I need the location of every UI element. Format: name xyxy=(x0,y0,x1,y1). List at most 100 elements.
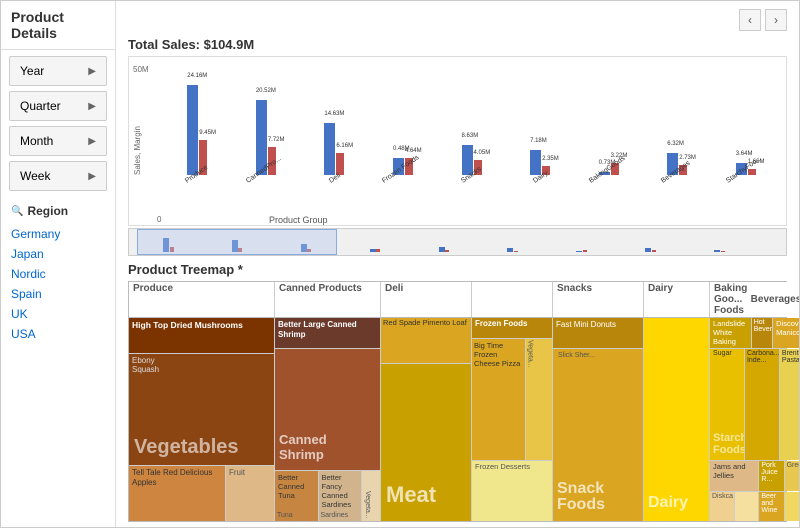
tm-cell-starchy-right[interactable]: Brentfield Pasta xyxy=(780,349,799,460)
tm-label-baking-top: Landslide White Baking Goods xyxy=(710,318,751,348)
tm-cell-hot-bev[interactable]: Hot Bever... xyxy=(752,318,772,348)
tm-cell-desserts[interactable]: Frozen Desserts xyxy=(472,461,552,521)
year-arrow: ▶ xyxy=(88,66,96,77)
tm-cell-meat[interactable]: Meat xyxy=(381,364,471,521)
tm-label-pizza: Big Time Frozen Cheese Pizza xyxy=(472,339,525,370)
tm-cell-fruit[interactable]: Fruit xyxy=(226,466,274,521)
region-nordic[interactable]: Nordic xyxy=(11,264,105,284)
tm-label-ebony: EbonySquash xyxy=(129,354,274,376)
tm-label-hot-bev: Hot Bever... xyxy=(752,318,772,334)
week-label: Week xyxy=(20,169,50,183)
produce-column: High Top Dried Mushrooms EbonySquash Veg… xyxy=(129,318,274,521)
tm-cell-pork-juice[interactable]: Pork Juice R... xyxy=(759,461,783,491)
page-title: Product Details xyxy=(1,1,115,50)
frozen-column: Frozen Foods Big Time Frozen Cheese Pizz… xyxy=(472,318,552,521)
treemap-title: Product Treemap * xyxy=(128,262,787,277)
tm-label-sugar: Sugar xyxy=(710,349,744,358)
tm-cell-canned-tuna[interactable]: Better Canned Tuna Tuna xyxy=(275,471,318,521)
tm-cell-shrimp-top[interactable]: Better Large Canned Shrimp xyxy=(275,318,380,348)
chart-title: Total Sales: $104.9M xyxy=(128,37,787,52)
year-label: Year xyxy=(20,64,44,78)
tm-cell-sugar[interactable]: Sugar Starchy Foods xyxy=(710,349,744,460)
tm-cell-donuts[interactable]: Fast Mini Donuts xyxy=(553,318,643,348)
tm-cell-starchy-extra[interactable] xyxy=(785,492,799,522)
bar-group-canned: 20.52M 7.72M CannedPro... xyxy=(232,100,301,186)
bar-chart[interactable]: 50M Sales, Margin 24.16M xyxy=(128,56,787,226)
week-filter[interactable]: Week ▶ xyxy=(9,161,107,191)
tm-cell-baking-extra[interactable] xyxy=(735,492,759,522)
region-uk[interactable]: UK xyxy=(11,304,105,324)
baking-bottom: Jams and Jellies Diskca xyxy=(710,461,758,521)
bar-chart-section: Total Sales: $104.9M 50M Sales, Margin 2… xyxy=(128,37,787,256)
tm-label-shrimp-top: Better Large Canned Shrimp xyxy=(275,318,380,341)
baking-bottom-row: Diskca xyxy=(710,492,758,522)
tm-cell-dairy[interactable]: Dairy xyxy=(644,318,709,521)
tm-cell-manicotti[interactable]: Discover Manicotti xyxy=(773,318,799,348)
right-bottom: Jams and Jellies Diskca xyxy=(710,461,799,521)
tm-cell-vegeta-frozen[interactable]: Vegeta... xyxy=(526,339,552,460)
bar-group-snacks: 8.63M 4.05M Snacks xyxy=(437,145,506,186)
bar-group-produce: 24.16M 9.45M Produce xyxy=(163,85,232,186)
col-header-dairy: Dairy xyxy=(644,282,709,317)
month-filter[interactable]: Month ▶ xyxy=(9,126,107,156)
tm-cell-frozen-header[interactable]: Frozen Foods xyxy=(472,318,552,338)
bar-blue-dairy xyxy=(530,150,541,175)
nav-next-button[interactable]: › xyxy=(765,9,787,31)
header-row: ‹ › xyxy=(128,9,787,31)
canned-column: Better Large Canned Shrimp CannedShrimp … xyxy=(275,318,380,521)
quarter-arrow: ▶ xyxy=(88,101,96,112)
tm-cell-snack-foods[interactable]: Slick Sher... Snack Foods xyxy=(553,349,643,521)
tm-big-canned-shrimp: CannedShrimp xyxy=(279,433,327,462)
bar-blue-produce xyxy=(187,85,198,175)
col-header-frozen xyxy=(472,282,552,317)
tm-cell-vegetables[interactable]: EbonySquash Vegetables xyxy=(129,354,274,465)
canned-bottom: Better Canned Tuna Tuna Better Fancy Can… xyxy=(275,471,380,521)
tm-cell-starchy-bottom[interactable]: Green... xyxy=(785,461,799,491)
region-spain[interactable]: Spain xyxy=(11,284,105,304)
tm-cell-jams[interactable]: Jams and Jellies xyxy=(710,461,758,491)
tm-cell-canned-shrimp[interactable]: CannedShrimp xyxy=(275,349,380,470)
snacks-column: Fast Mini Donuts Slick Sher... Snack Foo… xyxy=(553,318,643,521)
tm-cell-mushrooms[interactable]: High Top Dried Mushrooms xyxy=(129,318,274,353)
tm-cell-diskca[interactable]: Diskca xyxy=(710,492,734,522)
x-axis-label: Product Group xyxy=(269,215,328,225)
treemap-footnote: * The data set contains negative or zero… xyxy=(128,526,787,527)
tm-cell-vegeta[interactable]: Vegeta... xyxy=(362,471,380,521)
year-filter[interactable]: Year ▶ xyxy=(9,56,107,86)
tm-cell-baking-top[interactable]: Landslide White Baking Goods xyxy=(710,318,751,348)
month-label: Month xyxy=(20,134,53,148)
nav-prev-button[interactable]: ‹ xyxy=(739,9,761,31)
tm-label-sardines: Better Fancy Canned Sardines xyxy=(319,471,362,511)
bar-group-frozen: 0.48M 4.64M Frozen Foods xyxy=(369,158,438,186)
beverages-bottom: Pork Juice R... Beer and Wine xyxy=(759,461,783,521)
tm-cell-pizza[interactable]: Big Time Frozen Cheese Pizza xyxy=(472,339,525,460)
bars-container: 24.16M 9.45M Produce xyxy=(135,61,780,186)
tm-cell-pimento[interactable]: Red Spade Pimento Loaf xyxy=(381,318,471,363)
nav-buttons: ‹ › xyxy=(739,9,787,31)
main-content: ‹ › Total Sales: $104.9M 50M Sales, Marg… xyxy=(116,1,799,527)
tm-cell-carbonated[interactable]: Carbona... Inde... xyxy=(745,349,779,460)
deli-column: Red Spade Pimento Loaf Meat xyxy=(381,318,471,521)
treemap-section: Product Treemap * Produce Canned Product… xyxy=(128,262,787,527)
tm-cell-apples[interactable]: Tell Tale Red Delicious Apples xyxy=(129,466,225,521)
col-header-produce: Produce xyxy=(129,282,274,317)
tm-label-manicotti: Discover Manicotti xyxy=(773,318,799,338)
treemap-body[interactable]: High Top Dried Mushrooms EbonySquash Veg… xyxy=(128,317,787,522)
tm-cell-sardines[interactable]: Better Fancy Canned Sardines Sardines xyxy=(319,471,362,521)
tm-label-starchy-right: Brentfield Pasta xyxy=(780,349,799,365)
bar-group-dairy: 7.18M 2.35M Dairy xyxy=(506,150,575,186)
region-japan[interactable]: Japan xyxy=(11,244,105,264)
col-header-right: Baking Goo... Beverages Starchy Foods xyxy=(710,282,799,317)
col-header-canned: Canned Products xyxy=(275,282,380,317)
minimap[interactable] xyxy=(128,228,787,256)
quarter-label: Quarter xyxy=(20,99,61,113)
region-header: 🔍 Region xyxy=(11,204,105,218)
quarter-filter[interactable]: Quarter ▶ xyxy=(9,91,107,121)
region-germany[interactable]: Germany xyxy=(11,224,105,244)
right-top: Landslide White Baking Goods Hot Bever..… xyxy=(710,318,799,348)
tm-cell-beer-wine[interactable]: Beer and Wine xyxy=(759,492,783,522)
region-title: Region xyxy=(27,204,68,218)
minimap-selection xyxy=(137,229,337,255)
tm-label-mushrooms: High Top Dried Mushrooms xyxy=(129,318,274,332)
region-usa[interactable]: USA xyxy=(11,324,105,344)
